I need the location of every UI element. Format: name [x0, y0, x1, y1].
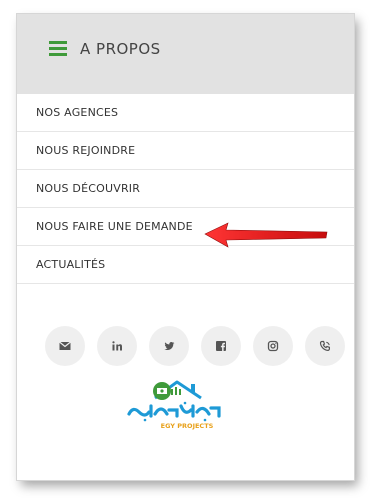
menu-item-nous-rejoindre[interactable]: NOUS REJOINDRE [17, 132, 354, 170]
twitter-icon [164, 342, 175, 350]
menu-item-nous-decouvrir[interactable]: NOUS DÉCOUVRIR [17, 170, 354, 208]
nav-menu: NOS AGENCES NOUS REJOINDRE NOUS DÉCOUVRI… [17, 94, 354, 284]
menu-item-label: ACTUALITÉS [36, 258, 106, 271]
menu-item-label: NOUS REJOINDRE [36, 144, 136, 157]
linkedin-button[interactable] [97, 326, 137, 366]
menu-item-label: NOUS DÉCOUVRIR [36, 182, 141, 195]
logo-caption: EGY PROJECTS [161, 422, 214, 430]
facebook-button[interactable] [201, 326, 241, 366]
mobile-menu-panel: A PROPOS NOS AGENCES NOUS REJOINDRE NOUS… [17, 14, 354, 480]
facebook-icon [216, 341, 226, 351]
hamburger-icon[interactable] [49, 41, 67, 56]
instagram-button[interactable] [253, 326, 293, 366]
email-button[interactable] [45, 326, 85, 366]
menu-item-nous-faire-une-demande[interactable]: NOUS FAIRE UNE DEMANDE [17, 208, 354, 246]
menu-item-nos-agences[interactable]: NOS AGENCES [17, 94, 354, 132]
menu-item-label: NOUS FAIRE UNE DEMANDE [36, 220, 193, 233]
twitter-button[interactable] [149, 326, 189, 366]
logo-graphic: EGY PROJECTS [127, 380, 221, 430]
menu-title: A PROPOS [80, 40, 161, 58]
menu-item-actualites[interactable]: ACTUALITÉS [17, 246, 354, 284]
menu-item-label: NOS AGENCES [36, 106, 119, 119]
screenshot-frame: A PROPOS NOS AGENCES NOUS REJOINDRE NOUS… [0, 0, 374, 504]
menu-header: A PROPOS [17, 14, 354, 94]
social-links [43, 326, 345, 366]
egy-projects-logo: EGY PROJECTS [125, 376, 225, 432]
linkedin-icon [112, 341, 122, 351]
instagram-icon [267, 340, 279, 352]
phone-icon [319, 340, 330, 352]
email-icon [59, 341, 71, 350]
phone-button[interactable] [305, 326, 345, 366]
